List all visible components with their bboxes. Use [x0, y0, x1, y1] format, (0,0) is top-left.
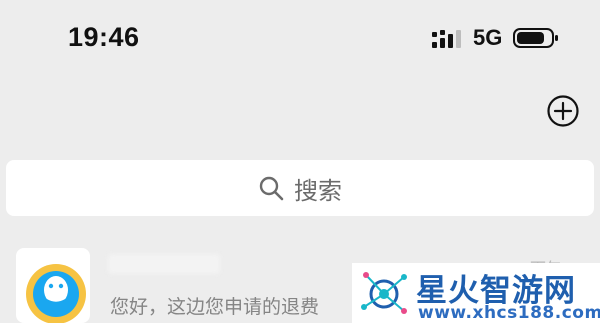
chat-preview: 您好，这边您申请的退费	[110, 296, 320, 318]
qq-penguin-icon	[26, 264, 86, 323]
battery-icon	[513, 28, 558, 48]
cellular-signal-icon	[432, 30, 461, 48]
chat-name-redacted	[108, 254, 220, 274]
network-type: 5G	[473, 25, 503, 50]
status-bar: 19:46 5G	[0, 0, 600, 80]
watermark: 星火智游网 www.xhcs188.com	[352, 263, 600, 323]
search-bar[interactable]: 搜索	[6, 160, 594, 216]
avatar	[16, 248, 90, 323]
search-icon	[259, 176, 284, 201]
plus-circle-icon	[547, 95, 579, 127]
watermark-logo-icon	[361, 272, 407, 314]
search-placeholder: 搜索	[294, 176, 342, 205]
status-time: 19:46	[68, 22, 140, 52]
add-button[interactable]	[546, 94, 580, 128]
watermark-url: www.xhcs188.com	[418, 303, 600, 323]
